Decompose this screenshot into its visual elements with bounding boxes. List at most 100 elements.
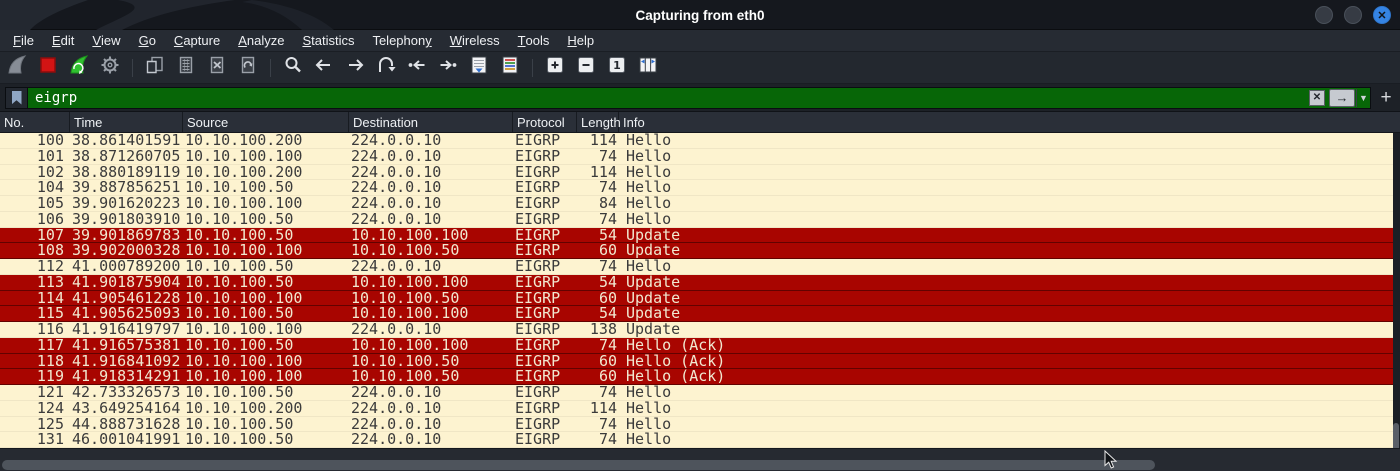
cell-source: 10.10.100.100 [183,149,349,165]
menu-edit[interactable]: Edit [43,30,83,51]
cell-time: 39.901869783 [70,228,183,244]
packet-row[interactable]: 10038.86140159110.10.100.200224.0.0.10EI… [0,133,1393,149]
column-header-destination[interactable]: Destination [349,112,513,132]
go-back-button[interactable] [312,56,336,80]
menu-capture[interactable]: Capture [165,30,229,51]
menu-wireless[interactable]: Wireless [441,30,509,51]
minimize-button[interactable] [1315,6,1333,24]
cell-time: 41.905461228 [70,291,183,307]
resize-columns-button[interactable] [636,56,660,80]
packet-row[interactable]: 10639.90180391010.10.100.50224.0.0.10EIG… [0,212,1393,228]
cell-destination: 10.10.100.100 [349,338,513,354]
toolbar-divider [270,59,271,77]
packet-row[interactable]: 11641.91641979710.10.100.100224.0.0.10EI… [0,322,1393,338]
chevron-down-icon: ▼ [1359,93,1368,103]
auto-scroll-button[interactable] [467,56,491,80]
cell-destination: 224.0.0.10 [349,432,513,448]
add-filter-button[interactable]: + [1377,87,1395,109]
packet-row[interactable]: 11841.91684109210.10.100.10010.10.100.50… [0,354,1393,370]
first-packet-button[interactable] [405,56,429,80]
open-file-button[interactable] [143,56,167,80]
menu-analyze[interactable]: Analyze [229,30,293,51]
start-capture-button[interactable] [5,56,29,80]
filter-bookmark-button[interactable] [6,88,28,108]
restart-capture-button[interactable] [67,56,91,80]
cell-info: Update [619,228,1393,244]
window-titlebar: Capturing from eth0 ✕ [0,0,1400,30]
cell-source: 10.10.100.100 [183,354,349,370]
find-packet-button[interactable] [281,56,305,80]
cell-protocol: EIGRP [513,338,577,354]
packet-row[interactable]: 12443.64925416410.10.100.200224.0.0.10EI… [0,401,1393,417]
start-capture-icon [6,54,28,81]
column-header-length[interactable]: Length [577,112,619,132]
horizontal-scrollbar-track[interactable] [0,448,1400,471]
menu-file[interactable]: File [4,30,43,51]
cell-info: Hello [619,417,1393,433]
packet-row[interactable]: 10138.87126070510.10.100.100224.0.0.10EI… [0,149,1393,165]
capture-options-button[interactable] [98,56,122,80]
filter-history-dropdown[interactable]: ▼ [1356,89,1370,107]
packet-row[interactable]: 10739.90186978310.10.100.5010.10.100.100… [0,228,1393,244]
cell-no: 121 [0,385,70,401]
packet-row[interactable]: 11441.90546122810.10.100.10010.10.100.50… [0,291,1393,307]
packet-row[interactable]: 11241.00078920010.10.100.50224.0.0.10EIG… [0,259,1393,275]
zoom-100-button[interactable]: 1 [605,56,629,80]
packet-row[interactable]: 10238.88018911910.10.100.200224.0.0.10EI… [0,165,1393,181]
cell-info: Update [619,322,1393,338]
menu-telephony[interactable]: Telephony [363,30,440,51]
column-header-time[interactable]: Time [70,112,183,132]
close-file-button[interactable] [205,56,229,80]
horizontal-scrollbar-thumb[interactable] [2,460,1155,470]
last-packet-button[interactable] [436,56,460,80]
colorize-button[interactable] [498,56,522,80]
cell-no: 112 [0,259,70,275]
packet-row[interactable]: 12142.73332657310.10.100.50224.0.0.10EIG… [0,385,1393,401]
column-header-source[interactable]: Source [183,112,349,132]
menu-tools[interactable]: Tools [509,30,559,51]
packet-row[interactable]: 11741.91657538110.10.100.5010.10.100.100… [0,338,1393,354]
menu-view[interactable]: View [83,30,129,51]
restart-capture-icon [68,54,90,81]
go-to-packet-icon [375,54,397,81]
go-forward-button[interactable] [343,56,367,80]
apply-filter-button[interactable]: → [1329,89,1355,107]
close-button[interactable]: ✕ [1373,6,1391,24]
cell-destination: 10.10.100.50 [349,291,513,307]
cell-protocol: EIGRP [513,432,577,448]
clear-filter-button[interactable]: ✕ [1309,90,1325,106]
column-header-no[interactable]: No. [0,112,70,132]
stop-capture-icon [37,54,59,81]
stop-capture-button[interactable] [36,56,60,80]
go-to-packet-button[interactable] [374,56,398,80]
menu-statistics[interactable]: Statistics [293,30,363,51]
packet-row[interactable]: 11941.91831429110.10.100.10010.10.100.50… [0,369,1393,385]
cell-time: 46.001041991 [70,432,183,448]
save-file-button[interactable] [174,56,198,80]
packet-row[interactable]: 10439.88785625110.10.100.50224.0.0.10EIG… [0,180,1393,196]
vertical-scrollbar-track[interactable] [1393,133,1400,448]
column-header-protocol[interactable]: Protocol [513,112,577,132]
zoom-in-button[interactable] [543,56,567,80]
packet-row[interactable]: 10839.90200032810.10.100.10010.10.100.50… [0,243,1393,259]
packet-row[interactable]: 12544.88873162810.10.100.50224.0.0.10EIG… [0,417,1393,433]
cell-length: 60 [577,243,619,259]
cell-destination: 10.10.100.100 [349,228,513,244]
packet-row[interactable]: 11341.90187590410.10.100.5010.10.100.100… [0,275,1393,291]
zoom-out-button[interactable] [574,56,598,80]
reload-file-button[interactable] [236,56,260,80]
cell-info: Hello [619,196,1393,212]
packet-row[interactable]: 11541.90562509310.10.100.5010.10.100.100… [0,306,1393,322]
cell-info: Update [619,275,1393,291]
cell-protocol: EIGRP [513,401,577,417]
packet-row[interactable]: 10539.90162022310.10.100.100224.0.0.10EI… [0,196,1393,212]
cell-length: 138 [577,322,619,338]
maximize-button[interactable] [1344,6,1362,24]
column-header-info[interactable]: Info [619,112,1400,132]
display-filter-input[interactable]: eigrp [28,90,1309,106]
cell-time: 41.901875904 [70,275,183,291]
first-packet-icon [406,54,428,81]
packet-row[interactable]: 13146.00104199110.10.100.50224.0.0.10EIG… [0,432,1393,448]
menu-go[interactable]: Go [130,30,165,51]
menu-help[interactable]: Help [558,30,603,51]
